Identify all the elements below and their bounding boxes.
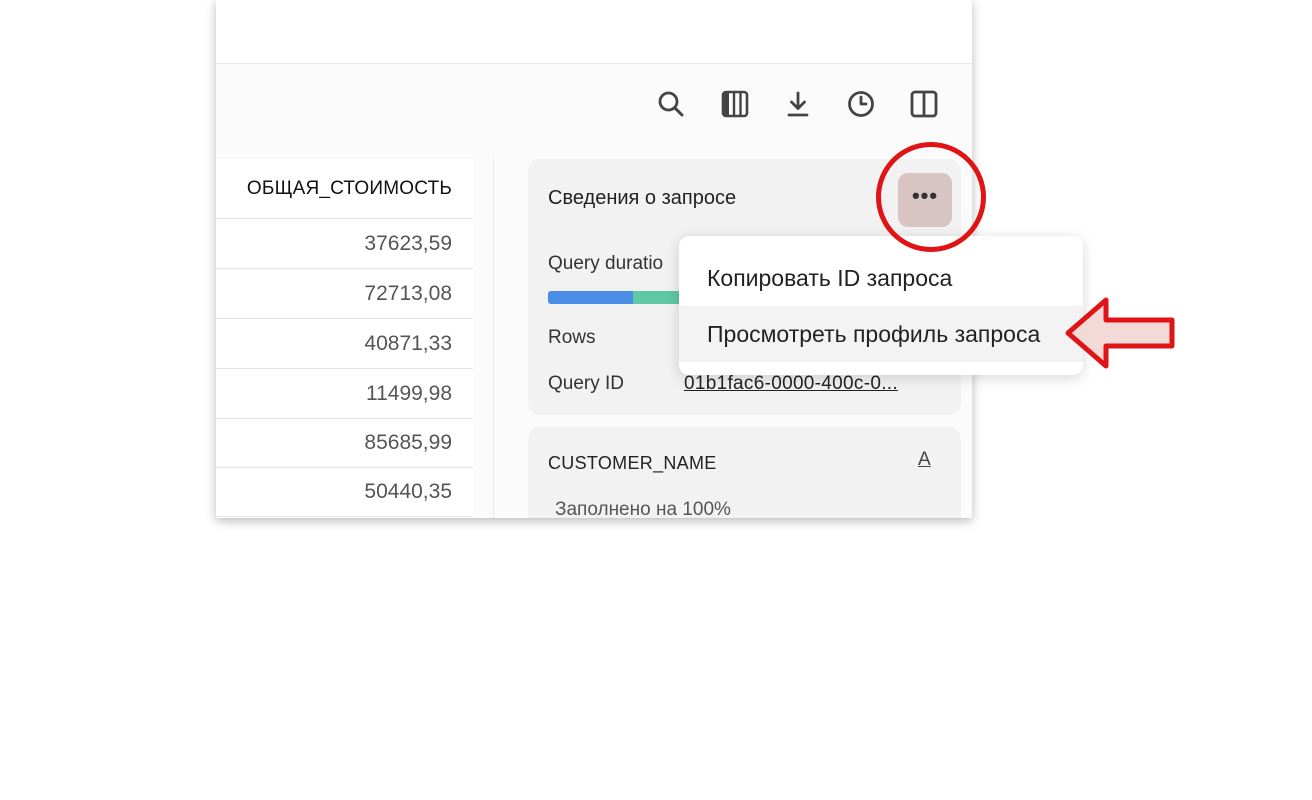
search-icon bbox=[658, 91, 684, 117]
more-options-menu: Копировать ID запроса Просмотреть профил… bbox=[679, 236, 1083, 375]
grid-cell[interactable]: 40871,33 bbox=[216, 320, 473, 369]
split-view-button[interactable] bbox=[906, 86, 942, 122]
query-details-title: Сведения о запросе bbox=[548, 187, 737, 209]
top-bar bbox=[216, 0, 972, 64]
grid-cell[interactable]: 72713,08 bbox=[216, 270, 473, 319]
results-grid: ОБЩАЯ_СТОИМОСТЬ 37623,59 72713,08 40871,… bbox=[216, 159, 473, 518]
more-options-button[interactable]: ••• bbox=[898, 173, 952, 227]
grid-cell[interactable]: 50440,35 bbox=[216, 468, 473, 517]
grid-cell[interactable]: 11499,98 bbox=[216, 370, 473, 419]
split-view-icon bbox=[910, 90, 938, 118]
download-button[interactable] bbox=[780, 86, 816, 122]
fill-rate-text: Заполнено на 100% bbox=[555, 499, 731, 518]
columns-button[interactable] bbox=[717, 86, 753, 122]
grid-cell[interactable]: 85685,99 bbox=[216, 419, 473, 468]
rows-label: Rows bbox=[548, 327, 596, 348]
column-header[interactable]: ОБЩАЯ_СТОИМОСТЬ bbox=[216, 159, 473, 219]
query-duration-label: Query duratio bbox=[548, 253, 664, 274]
download-icon bbox=[787, 91, 809, 117]
column-name: CUSTOMER_NAME bbox=[548, 453, 717, 473]
history-icon bbox=[848, 91, 874, 117]
query-id-link[interactable]: 01b1fac6-0000-400c-0... bbox=[684, 373, 898, 395]
text-type-icon: A bbox=[918, 449, 931, 470]
more-icon: ••• bbox=[911, 183, 939, 208]
history-button[interactable] bbox=[843, 86, 879, 122]
query-duration-bar[interactable] bbox=[548, 291, 688, 304]
column-stats-card: CUSTOMER_NAME A Заполнено на 100% bbox=[528, 427, 961, 518]
search-button[interactable] bbox=[653, 86, 689, 122]
grid-cell[interactable]: 37623,59 bbox=[216, 220, 473, 269]
view-query-profile-item[interactable]: Просмотреть профиль запроса bbox=[679, 306, 1083, 362]
query-id-label: Query ID bbox=[548, 373, 625, 394]
copy-query-id-item[interactable]: Копировать ID запроса bbox=[679, 250, 1083, 306]
columns-icon bbox=[721, 90, 749, 118]
panel-divider[interactable] bbox=[493, 159, 494, 518]
duration-segment-compile bbox=[548, 291, 633, 304]
